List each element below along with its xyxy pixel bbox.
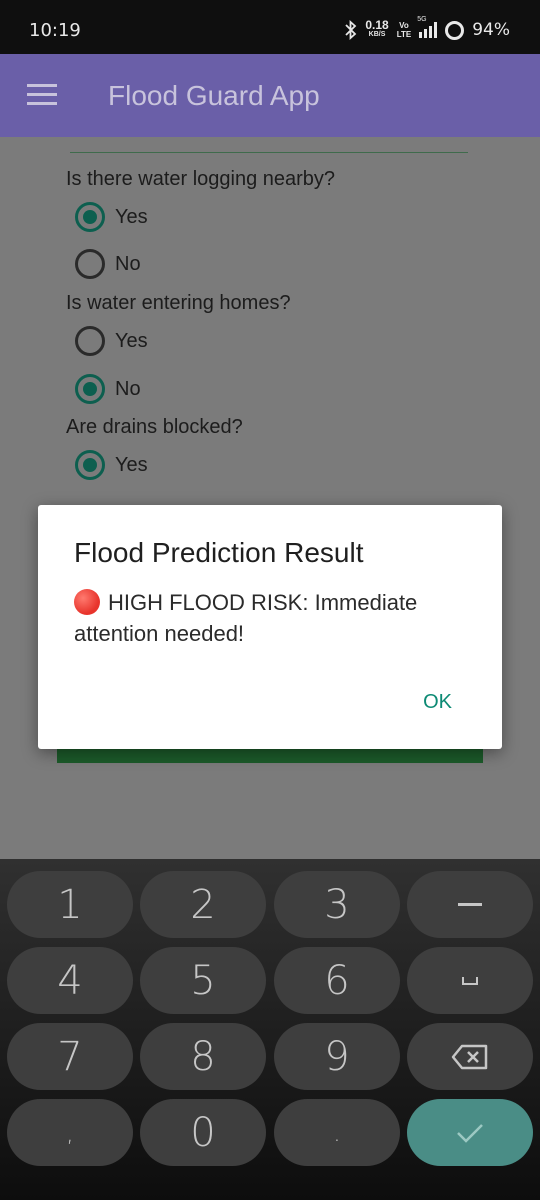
dialog-message-text: HIGH FLOOD RISK: Immediate attention nee… [74,590,418,646]
key-7[interactable]: 7 [7,1023,133,1090]
radio-button[interactable] [75,249,105,279]
dash-icon [458,903,482,906]
option-label: No [115,252,141,275]
option-water-homes-yes[interactable]: Yes [75,326,148,356]
survey-form: Is there water logging nearby? Yes No Is… [0,137,540,859]
option-water-homes-no[interactable]: No [75,374,141,404]
key-5[interactable]: 5 [140,947,266,1014]
network-type: 5G [417,16,427,23]
red-circle-icon [74,589,100,615]
bluetooth-icon [345,20,357,40]
key-comma[interactable]: , [7,1099,133,1166]
net-speed: 0.18 KB/S [365,18,389,39]
option-label: Yes [115,205,148,228]
option-label: Yes [115,453,148,476]
key-8[interactable]: 8 [140,1023,266,1090]
key-backspace[interactable] [407,1023,533,1090]
app-bar: Flood Guard App [0,54,540,137]
question-water-logging: Is there water logging nearby? [66,168,336,190]
battery-icon [445,20,465,40]
dialog-message: HIGH FLOOD RISK: Immediate attention nee… [74,587,474,649]
status-time: 10:19 [29,20,81,41]
key-period[interactable]: . [274,1099,400,1166]
radio-button[interactable] [75,450,105,480]
net-speed-unit: KB/S [368,31,386,38]
radio-button[interactable] [75,202,105,232]
ok-button[interactable]: OK [423,691,452,714]
key-1[interactable]: 1 [7,871,133,938]
status-icons: 0.18 KB/S Vo LTE 5G 94% [345,16,510,43]
question-water-entering-homes: Is water entering homes? [66,292,291,314]
radio-button[interactable] [75,374,105,404]
option-water-logging-yes[interactable]: Yes [75,202,148,232]
option-label: Yes [115,329,148,352]
option-drains-yes[interactable]: Yes [75,450,148,480]
check-icon [457,1123,483,1143]
key-3[interactable]: 3 [274,871,400,938]
key-6[interactable]: 6 [274,947,400,1014]
key-9[interactable]: 9 [274,1023,400,1090]
numeric-keyboard: 1 2 3 4 5 6 7 8 9 , 0 . [0,859,540,1200]
space-icon [462,976,478,985]
divider [70,152,468,153]
option-label: No [115,377,141,400]
volte-bottom: LTE [396,30,412,39]
status-bar: 10:19 0.18 KB/S Vo LTE 5G 94% [0,0,540,54]
backspace-icon [451,1044,488,1069]
menu-icon[interactable] [27,84,57,106]
key-space[interactable] [407,947,533,1014]
key-2[interactable]: 2 [140,871,266,938]
signal-icon: 5G [417,16,438,38]
question-drains-blocked: Are drains blocked? [66,416,243,438]
option-water-logging-no[interactable]: No [75,249,141,279]
volte-indicator: Vo LTE [397,21,412,39]
result-dialog: Flood Prediction Result HIGH FLOOD RISK:… [38,505,502,749]
net-speed-value: 0.18 [365,18,389,32]
battery-level: 94% [472,20,510,40]
key-dash[interactable] [407,871,533,938]
volte-top: Vo [399,21,409,30]
radio-button[interactable] [75,326,105,356]
key-4[interactable]: 4 [7,947,133,1014]
key-0[interactable]: 0 [140,1099,266,1166]
key-enter[interactable] [407,1099,533,1166]
app-title: Flood Guard App [108,80,320,111]
dialog-title: Flood Prediction Result [74,537,364,568]
